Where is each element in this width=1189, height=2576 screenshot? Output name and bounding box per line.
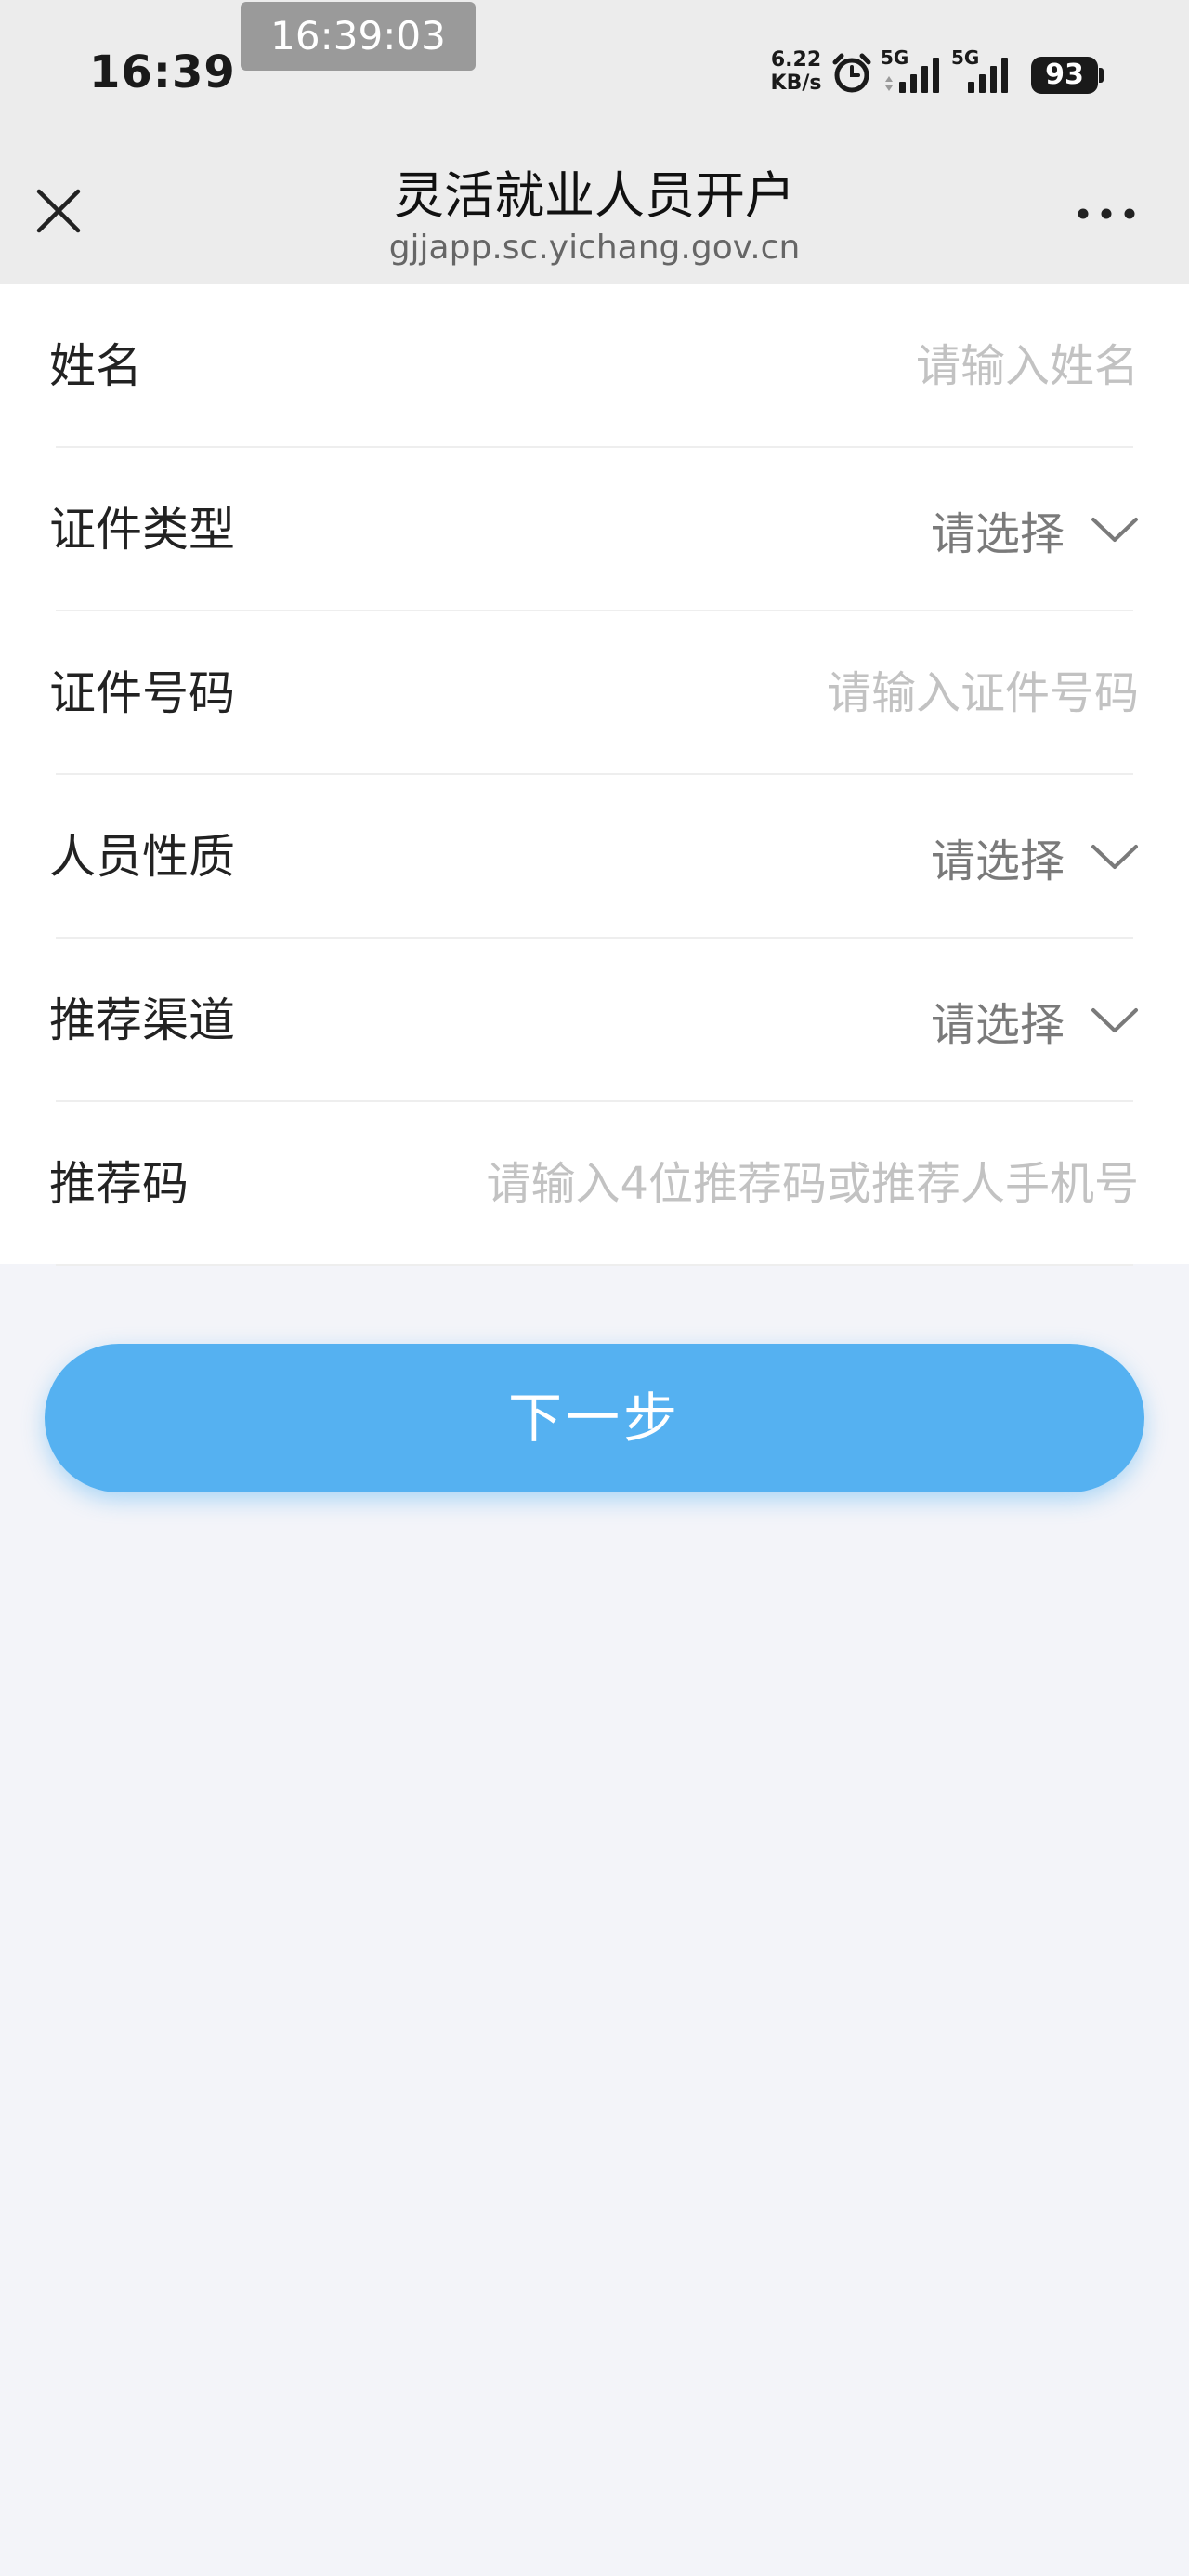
person-type-select[interactable]: 请选择 [931,775,1139,939]
person-type-value: 请选择 [930,835,1065,887]
name-input[interactable]: 请输入姓名 [916,284,1139,448]
signal-icon [968,58,1008,93]
channel-label: 推荐渠道 [49,993,235,1047]
referral-code-row: 推荐码 请输入4位推荐码或推荐人手机号 [0,1102,1189,1266]
id-number-row: 证件号码 请输入证件号码 [0,611,1189,775]
net-speed-value: 6.22 [770,48,822,72]
referral-code-label: 推荐码 [49,1157,189,1211]
divider [56,1264,1133,1266]
id-number-input[interactable]: 请输入证件号码 [827,611,1139,775]
person-type-row[interactable]: 人员性质 请选择 [0,775,1189,939]
name-row: 姓名 请输入姓名 [0,284,1189,448]
screenshot-clock: 16:39:03 [241,2,476,71]
more-icon[interactable] [1074,195,1139,232]
top-bar: 16:39 16:39:03 6.22 KB/s 5G 5G 93 灵活就业人员… [0,0,1189,284]
person-type-label: 人员性质 [49,830,235,884]
id-type-value: 请选择 [930,508,1065,560]
net-speed-unit: KB/s [770,72,822,95]
chevron-down-icon [1091,1008,1138,1032]
name-label: 姓名 [49,339,142,393]
chevron-down-icon [1091,518,1138,542]
battery-tip [1099,68,1104,83]
channel-value: 请选择 [930,999,1065,1051]
page-title: 灵活就业人员开户 [394,166,795,225]
net-speed: 6.22 KB/s [767,48,825,95]
next-step-button[interactable]: 下一步 [45,1344,1144,1492]
referral-code-input[interactable]: 请输入4位推荐码或推荐人手机号 [486,1102,1139,1266]
battery-icon: 93 [1031,57,1098,94]
alarm-icon [832,53,871,93]
account-form: 姓名 请输入姓名 证件类型 请选择 证件号码 请输入证件号码 人员性质 请选择 … [0,284,1189,1266]
channel-select[interactable]: 请选择 [931,939,1139,1102]
id-number-label: 证件号码 [49,666,235,720]
status-time: 16:39 [89,46,236,99]
channel-row[interactable]: 推荐渠道 请选择 [0,939,1189,1102]
id-type-select[interactable]: 请选择 [931,448,1139,611]
page-url: gjjapp.sc.yichang.gov.cn [388,229,801,267]
chevron-down-icon [1091,845,1138,869]
signal-icon [885,58,939,93]
id-type-row[interactable]: 证件类型 请选择 [0,448,1189,611]
id-type-label: 证件类型 [49,503,235,557]
